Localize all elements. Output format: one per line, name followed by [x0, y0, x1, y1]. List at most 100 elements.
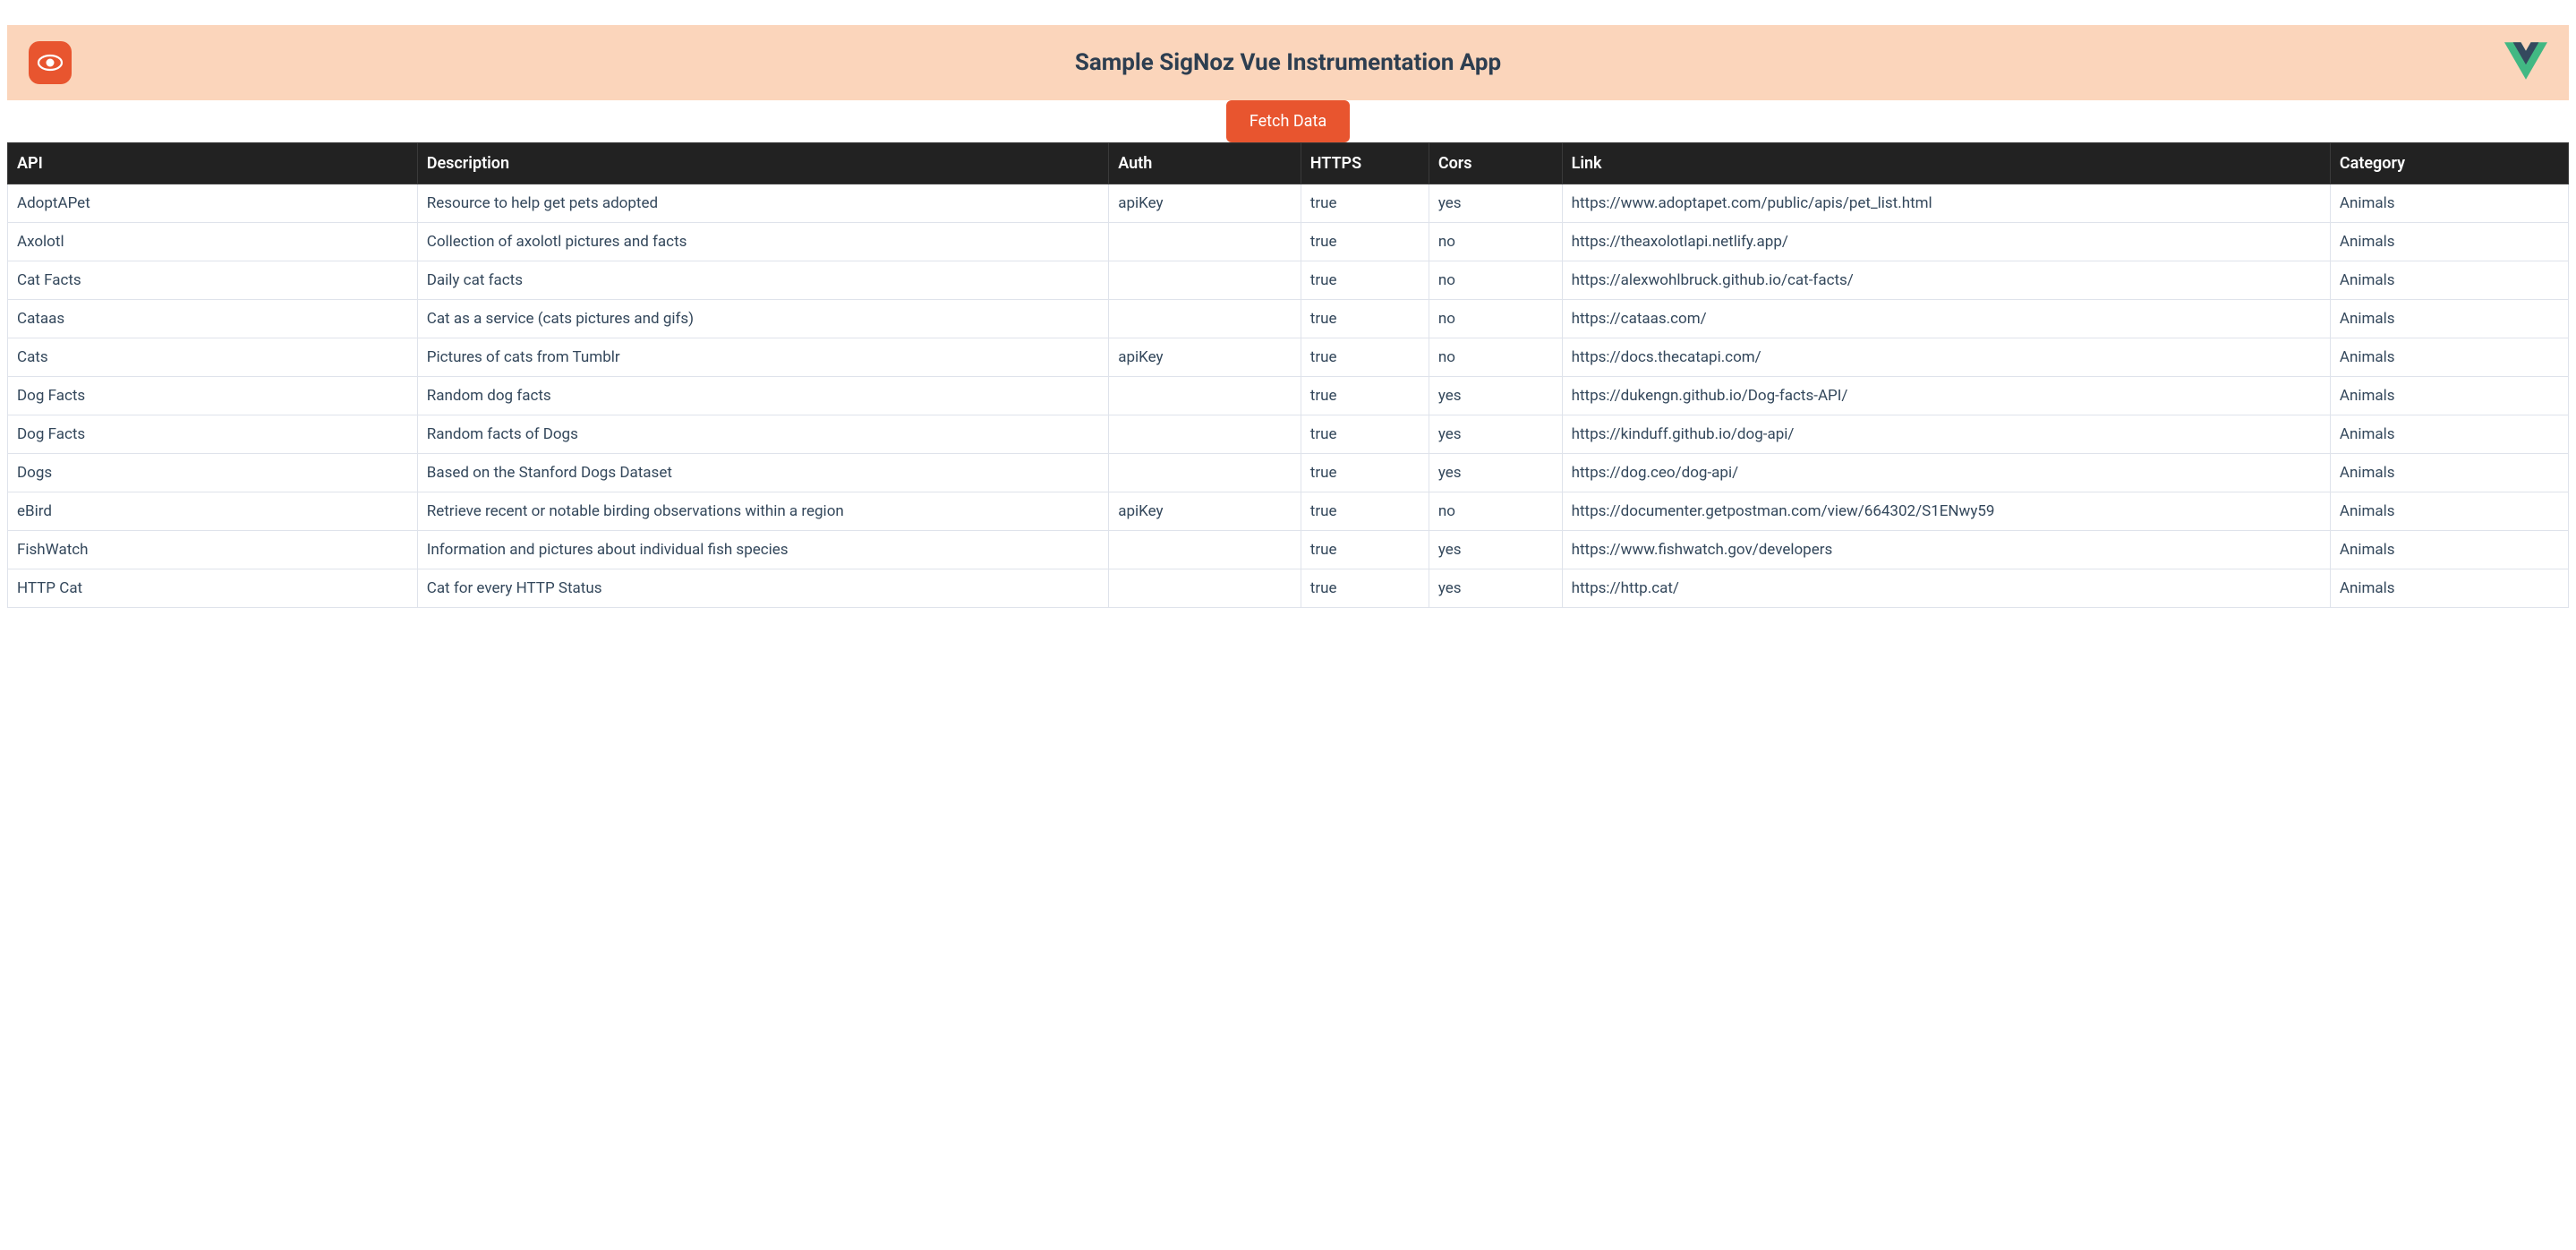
- cell-link: https://alexwohlbruck.github.io/cat-fact…: [1562, 261, 2330, 300]
- cell-description: Based on the Stanford Dogs Dataset: [417, 454, 1108, 492]
- cell-api: Dog Facts: [8, 415, 418, 454]
- cell-category: Animals: [2330, 338, 2568, 377]
- cell-category: Animals: [2330, 569, 2568, 608]
- table-row: Dog FactsRandom dog facts trueyeshttps://…: [8, 377, 2569, 415]
- cell-api: eBird: [8, 492, 418, 531]
- app-header: Sample SigNoz Vue Instrumentation App: [7, 25, 2569, 100]
- cell-category: Animals: [2330, 377, 2568, 415]
- signoz-logo-icon: [29, 41, 72, 84]
- cell-api: Cat Facts: [8, 261, 418, 300]
- header-link: Link: [1562, 143, 2330, 184]
- cell-https: true: [1301, 223, 1429, 261]
- cell-link: https://http.cat/: [1562, 569, 2330, 608]
- cell-category: Animals: [2330, 454, 2568, 492]
- cell-api: Axolotl: [8, 223, 418, 261]
- cell-https: true: [1301, 184, 1429, 223]
- cell-api: AdoptAPet: [8, 184, 418, 223]
- table-row: AdoptAPetResource to help get pets adopt…: [8, 184, 2569, 223]
- cell-description: Random facts of Dogs: [417, 415, 1108, 454]
- page-title: Sample SigNoz Vue Instrumentation App: [72, 49, 2504, 76]
- cell-description: Cat as a service (cats pictures and gifs…: [417, 300, 1108, 338]
- cell-category: Animals: [2330, 531, 2568, 569]
- table-row: CataasCat as a service (cats pictures an…: [8, 300, 2569, 338]
- fetch-data-button[interactable]: Fetch Data: [1226, 100, 1350, 142]
- table-row: Dog FactsRandom facts of Dogs trueyeshttp…: [8, 415, 2569, 454]
- cell-category: Animals: [2330, 300, 2568, 338]
- cell-link: https://theaxolotlapi.netlify.app/: [1562, 223, 2330, 261]
- cell-auth: [1109, 377, 1301, 415]
- cell-https: true: [1301, 492, 1429, 531]
- table-row: CatsPictures of cats from TumblrapiKeytr…: [8, 338, 2569, 377]
- cell-category: Animals: [2330, 261, 2568, 300]
- header-api: API: [8, 143, 418, 184]
- cell-auth: [1109, 454, 1301, 492]
- cell-category: Animals: [2330, 184, 2568, 223]
- cell-https: true: [1301, 569, 1429, 608]
- api-table-wrap: API Description Auth HTTPS Cors Link Cat…: [7, 142, 2569, 608]
- table-row: eBirdRetrieve recent or notable birding …: [8, 492, 2569, 531]
- header-category: Category: [2330, 143, 2568, 184]
- table-row: DogsBased on the Stanford Dogs Dataset tr…: [8, 454, 2569, 492]
- cell-description: Retrieve recent or notable birding obser…: [417, 492, 1108, 531]
- cell-api: Dogs: [8, 454, 418, 492]
- cell-link: https://kinduff.github.io/dog-api/: [1562, 415, 2330, 454]
- cell-description: Random dog facts: [417, 377, 1108, 415]
- table-row: Cat FactsDaily cat facts truenohttps://al…: [8, 261, 2569, 300]
- api-table: API Description Auth HTTPS Cors Link Cat…: [7, 142, 2569, 608]
- cell-auth: [1109, 569, 1301, 608]
- header-auth: Auth: [1109, 143, 1301, 184]
- cell-link: https://www.adoptapet.com/public/apis/pe…: [1562, 184, 2330, 223]
- cell-auth: apiKey: [1109, 492, 1301, 531]
- header-description: Description: [417, 143, 1108, 184]
- cell-cors: yes: [1429, 377, 1562, 415]
- cell-https: true: [1301, 454, 1429, 492]
- cell-https: true: [1301, 377, 1429, 415]
- cell-https: true: [1301, 415, 1429, 454]
- cell-auth: apiKey: [1109, 338, 1301, 377]
- cell-cors: no: [1429, 261, 1562, 300]
- cell-https: true: [1301, 338, 1429, 377]
- cell-category: Animals: [2330, 415, 2568, 454]
- cell-link: https://cataas.com/: [1562, 300, 2330, 338]
- cell-cors: yes: [1429, 531, 1562, 569]
- cell-api: Cats: [8, 338, 418, 377]
- cell-auth: [1109, 415, 1301, 454]
- cell-description: Daily cat facts: [417, 261, 1108, 300]
- cell-cors: no: [1429, 338, 1562, 377]
- cell-link: https://documenter.getpostman.com/view/6…: [1562, 492, 2330, 531]
- vue-logo-icon: [2504, 42, 2547, 80]
- cell-cors: no: [1429, 223, 1562, 261]
- cell-description: Information and pictures about individua…: [417, 531, 1108, 569]
- cell-auth: apiKey: [1109, 184, 1301, 223]
- cell-description: Collection of axolotl pictures and facts: [417, 223, 1108, 261]
- cell-category: Animals: [2330, 223, 2568, 261]
- cell-https: true: [1301, 300, 1429, 338]
- cell-link: https://www.fishwatch.gov/developers: [1562, 531, 2330, 569]
- cell-api: Dog Facts: [8, 377, 418, 415]
- cell-cors: yes: [1429, 415, 1562, 454]
- cell-api: Cataas: [8, 300, 418, 338]
- cell-https: true: [1301, 531, 1429, 569]
- cell-link: https://dukengn.github.io/Dog-facts-API/: [1562, 377, 2330, 415]
- header-left: [29, 41, 72, 84]
- header-cors: Cors: [1429, 143, 1562, 184]
- cell-link: https://dog.ceo/dog-api/: [1562, 454, 2330, 492]
- table-row: FishWatchInformation and pictures about …: [8, 531, 2569, 569]
- cell-description: Cat for every HTTP Status: [417, 569, 1108, 608]
- cell-link: https://docs.thecatapi.com/: [1562, 338, 2330, 377]
- cell-auth: [1109, 531, 1301, 569]
- cell-api: FishWatch: [8, 531, 418, 569]
- table-row: HTTP CatCat for every HTTP Status trueyes…: [8, 569, 2569, 608]
- cell-category: Animals: [2330, 492, 2568, 531]
- cell-auth: [1109, 223, 1301, 261]
- cell-cors: yes: [1429, 569, 1562, 608]
- cell-https: true: [1301, 261, 1429, 300]
- actions-bar: Fetch Data: [7, 100, 2569, 142]
- cell-description: Pictures of cats from Tumblr: [417, 338, 1108, 377]
- header-https: HTTPS: [1301, 143, 1429, 184]
- table-row: AxolotlCollection of axolotl pictures an…: [8, 223, 2569, 261]
- cell-cors: no: [1429, 300, 1562, 338]
- cell-api: HTTP Cat: [8, 569, 418, 608]
- cell-auth: [1109, 300, 1301, 338]
- cell-cors: yes: [1429, 454, 1562, 492]
